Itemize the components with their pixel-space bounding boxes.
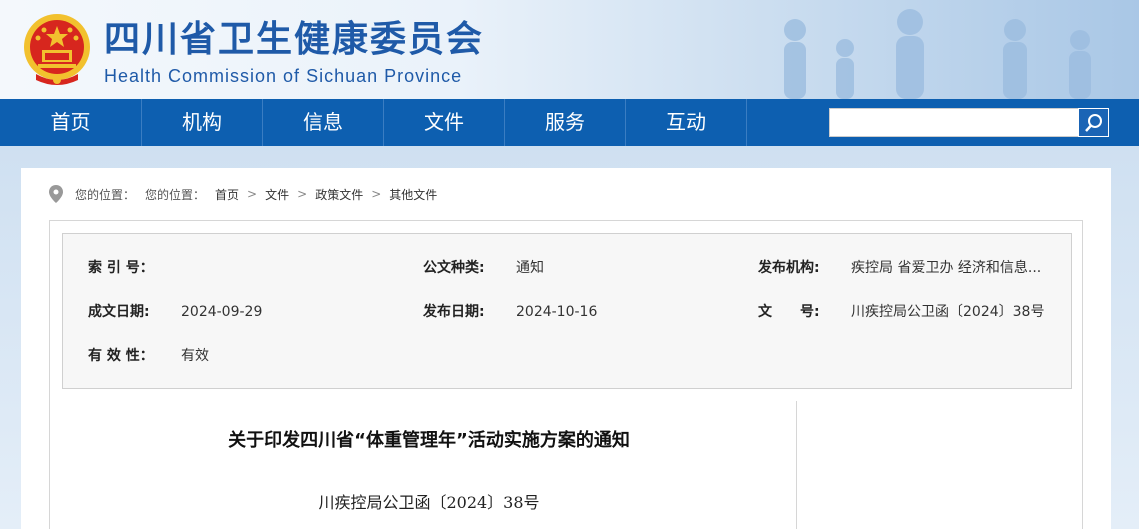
document-frame: 索 引 号： 公文种类: 通知 发布机构: 疾控局 省爱卫办 经济和信息... …: [49, 220, 1083, 529]
breadcrumb-separator: >: [247, 187, 258, 201]
breadcrumb-label: 您的位置：: [145, 187, 206, 202]
site-subtitle: Health Commission of Sichuan Province: [104, 66, 463, 86]
family-silhouette-decoration: [784, 9, 1091, 99]
main-nav: 首页 机构 信息 文件 服务 互动: [0, 99, 1139, 146]
index-label: 索 引 号：: [88, 260, 154, 276]
doc-number-value: 川疾控局公卫函〔2024〕38号: [851, 304, 1045, 320]
document-title: 关于印发四川省“体重管理年”活动实施方案的通知: [228, 430, 630, 451]
breadcrumb-documents[interactable]: 文件: [265, 186, 289, 203]
search-button[interactable]: [1078, 108, 1109, 137]
created-date-value: 2024-09-29: [181, 304, 263, 320]
doc-number-label: 文 号:: [758, 304, 820, 320]
breadcrumb-home[interactable]: 首页: [215, 186, 239, 203]
breadcrumb-separator: >: [371, 187, 382, 201]
published-date-label: 发布日期:: [423, 304, 485, 320]
doc-type-value: 通知: [516, 260, 544, 276]
nav-home[interactable]: 首页: [0, 99, 142, 146]
nav-interaction[interactable]: 互动: [626, 99, 747, 146]
published-date-value: 2024-10-16: [516, 304, 598, 320]
breadcrumb-separator: >: [297, 187, 308, 201]
document-metadata: 索 引 号： 公文种类: 通知 发布机构: 疾控局 省爱卫办 经济和信息... …: [62, 233, 1072, 389]
issuer-value: 疾控局 省爱卫办 经济和信息...: [851, 260, 1042, 276]
breadcrumb: 您的位置： 您的位置： 首页 > 文件 > 政策文件 > 其他文件: [49, 182, 445, 206]
doc-type-label: 公文种类:: [423, 260, 485, 276]
nav-services[interactable]: 服务: [505, 99, 626, 146]
location-pin-icon: [49, 185, 63, 203]
breadcrumb-other-documents[interactable]: 其他文件: [389, 186, 437, 203]
national-emblem-icon: [24, 14, 90, 85]
column-divider: [796, 401, 797, 529]
breadcrumb-policy-documents[interactable]: 政策文件: [315, 186, 363, 203]
nav-information[interactable]: 信息: [263, 99, 384, 146]
created-date-label: 成文日期:: [88, 304, 150, 320]
document-number: 川疾控局公卫函〔2024〕38号: [318, 493, 540, 512]
nav-documents[interactable]: 文件: [384, 99, 505, 146]
validity-value: 有效: [181, 348, 209, 364]
validity-label: 有 效 性：: [88, 348, 154, 364]
nav-organization[interactable]: 机构: [142, 99, 263, 146]
search-input[interactable]: [829, 108, 1079, 137]
breadcrumb-label: 您的位置：: [75, 187, 136, 202]
header-banner: 四川省卫生健康委员会 Health Commission of Sichuan …: [0, 0, 1139, 99]
issuer-label: 发布机构:: [758, 260, 820, 276]
site-title[interactable]: 四川省卫生健康委员会: [104, 18, 484, 62]
search-icon: [1084, 113, 1102, 132]
content-panel: 您的位置： 您的位置： 首页 > 文件 > 政策文件 > 其他文件 索 引 号：…: [21, 168, 1111, 529]
